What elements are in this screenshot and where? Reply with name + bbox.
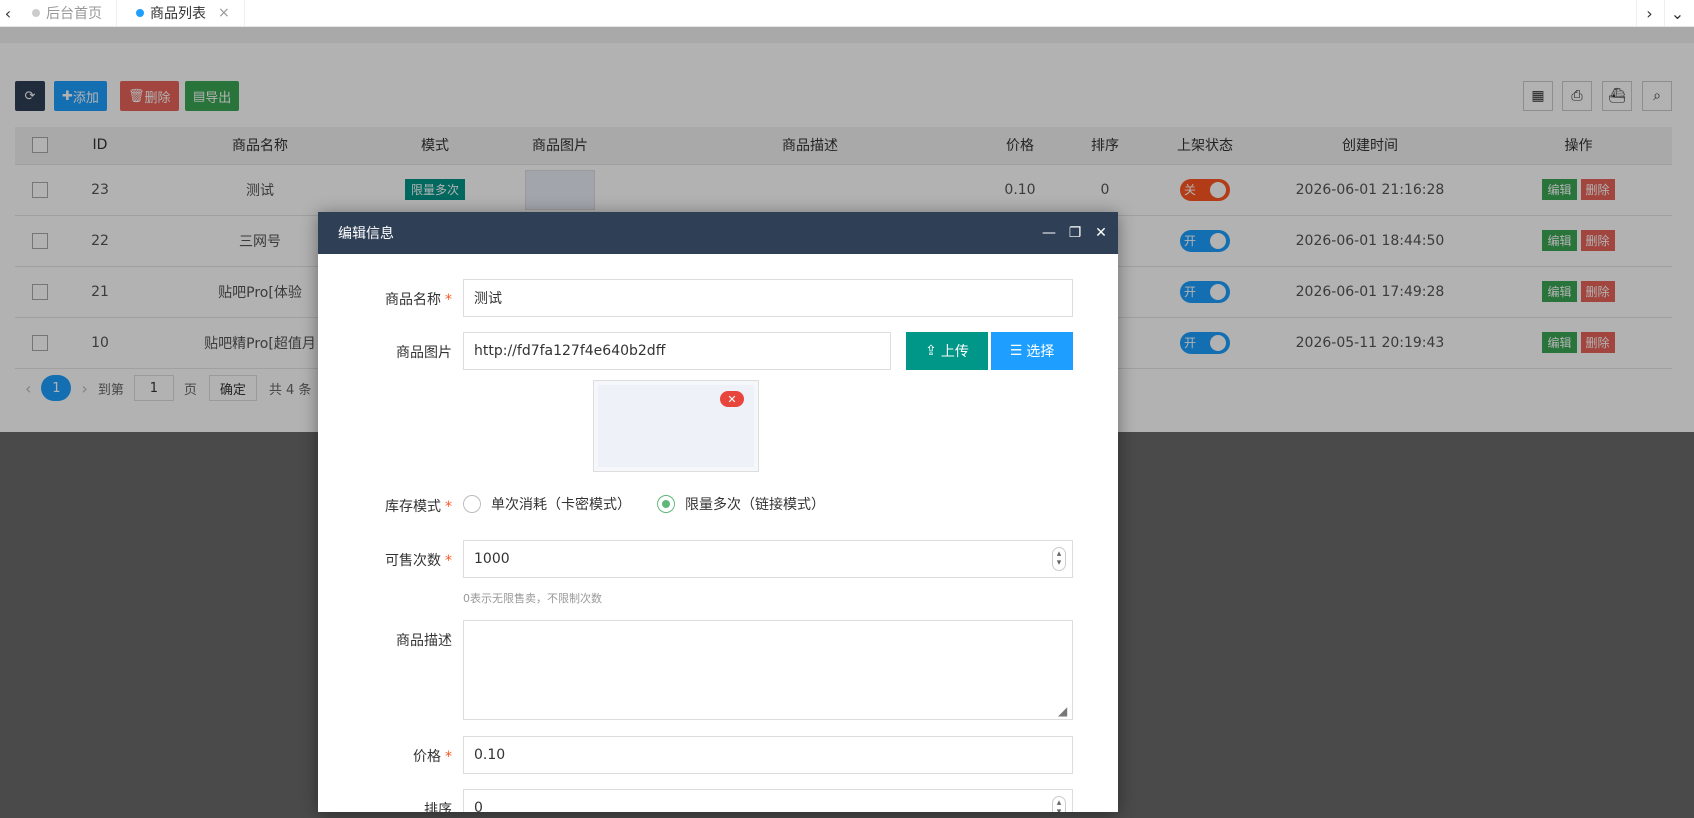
- tab-scroll-left-icon[interactable]: ‹: [0, 0, 16, 26]
- upload-icon: ⇪: [925, 343, 937, 359]
- field-price-label: 价格 *: [413, 749, 452, 765]
- upload-button[interactable]: ⇪ 上传: [906, 332, 988, 370]
- sell-count-input[interactable]: 1000 ▴ ▾: [463, 540, 1073, 578]
- select-button[interactable]: ☰ 选择: [991, 332, 1073, 370]
- modal-title: 编辑信息: [338, 226, 394, 242]
- radio-label: 单次消耗（卡密模式）: [491, 497, 631, 513]
- minimize-icon[interactable]: —: [1036, 212, 1062, 254]
- edit-modal: 编辑信息 — ❐ ✕ 商品名称 * 测试 商品图片 http://fd7fa127…: [318, 212, 1118, 812]
- tab-menu-chevron-down-icon[interactable]: ⌄: [1664, 0, 1690, 26]
- tab-label: 商品列表: [150, 6, 206, 22]
- select-button-label: 选择: [1026, 344, 1055, 360]
- description-textarea[interactable]: ◢: [463, 620, 1073, 720]
- tab-bar: ‹ 后台首页 商品列表 × › ⌄: [0, 0, 1694, 27]
- tab-dot-icon: [32, 9, 40, 17]
- field-sort-label: 排序: [424, 802, 452, 812]
- sell-count-value: 1000: [474, 551, 510, 567]
- radio-circle-icon: [463, 495, 481, 513]
- preview-image: ✕: [598, 385, 754, 467]
- price-input[interactable]: 0.10: [463, 736, 1073, 774]
- remove-image-icon[interactable]: ✕: [720, 391, 744, 407]
- tab-product-list[interactable]: 商品列表 ×: [122, 0, 245, 26]
- resize-grip-icon[interactable]: ◢: [1058, 705, 1070, 717]
- number-stepper-icon[interactable]: ▴ ▾: [1052, 547, 1066, 571]
- number-stepper-icon[interactable]: ▴ ▾: [1052, 796, 1066, 812]
- image-url-input[interactable]: http://fd7fa127f4e640b2dff: [463, 332, 891, 370]
- stock-mode-radio-multi[interactable]: 限量多次（链接模式）: [657, 494, 825, 514]
- close-icon[interactable]: ✕: [1088, 212, 1114, 254]
- field-stock-mode-label: 库存模式 *: [385, 499, 452, 515]
- stock-mode-radio-single[interactable]: 单次消耗（卡密模式）: [463, 494, 631, 514]
- field-sell-count-label: 可售次数 *: [385, 553, 452, 569]
- name-input[interactable]: 测试: [463, 279, 1073, 317]
- tab-home[interactable]: 后台首页: [18, 0, 117, 26]
- sell-count-hint: 0表示无限售卖，不限制次数: [463, 592, 602, 605]
- image-preview: ✕: [593, 380, 759, 472]
- tab-dot-icon: [136, 9, 144, 17]
- sort-input[interactable]: 0 ▴ ▾: [463, 789, 1073, 812]
- field-desc-label: 商品描述: [396, 633, 452, 649]
- sort-value: 0: [474, 800, 483, 812]
- maximize-icon[interactable]: ❐: [1062, 212, 1088, 254]
- list-icon: ☰: [1009, 343, 1023, 359]
- field-name-label: 商品名称 *: [385, 292, 452, 308]
- field-image-label: 商品图片: [396, 345, 452, 361]
- tab-scroll-right-icon[interactable]: ›: [1636, 0, 1662, 26]
- upload-button-label: 上传: [940, 344, 969, 360]
- tab-label: 后台首页: [46, 6, 102, 22]
- tab-close-icon[interactable]: ×: [218, 5, 230, 21]
- radio-label: 限量多次（链接模式）: [685, 497, 825, 513]
- modal-header: 编辑信息 — ❐ ✕: [318, 212, 1118, 254]
- radio-circle-icon: [657, 495, 675, 513]
